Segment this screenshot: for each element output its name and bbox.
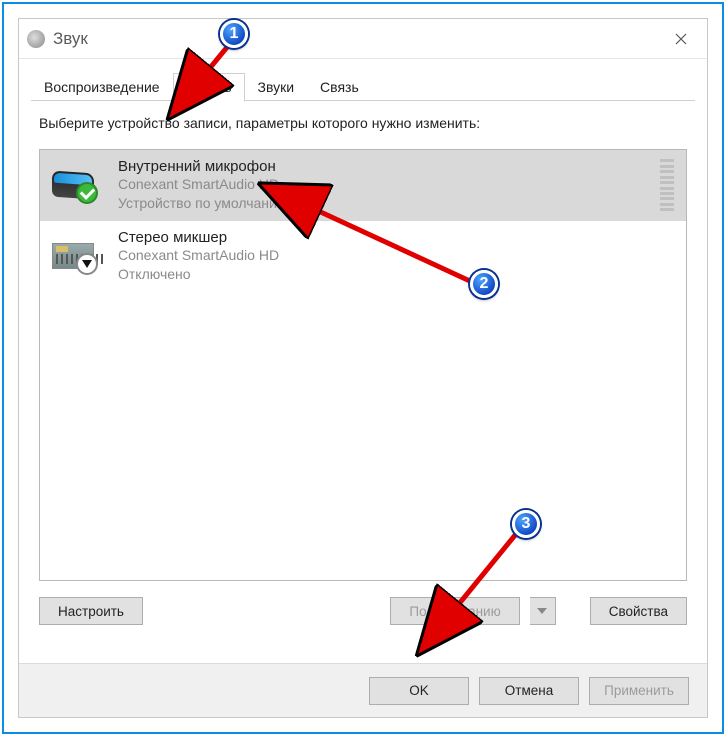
device-driver: Conexant SmartAudio HD: [118, 246, 674, 265]
close-icon: [675, 33, 687, 45]
tabstrip: Воспроизведение Запись Звуки Связь: [19, 59, 707, 101]
device-stereo-mixer[interactable]: Стерео микшер Conexant SmartAudio HD Отк…: [40, 221, 686, 292]
device-status: Отключено: [118, 265, 674, 284]
tab-record[interactable]: Запись: [173, 73, 245, 102]
titlebar: Звук: [19, 19, 707, 59]
device-internal-mic[interactable]: Внутренний микрофон Conexant SmartAudio …: [40, 150, 686, 221]
ok-button[interactable]: OK: [369, 677, 469, 705]
soundcard-icon: [52, 243, 112, 269]
configure-button[interactable]: Настроить: [39, 597, 143, 625]
properties-button[interactable]: Свойства: [590, 597, 687, 625]
device-name: Стерео микшер: [118, 229, 674, 246]
set-default-dropdown[interactable]: [530, 597, 556, 625]
level-meter: [660, 159, 674, 211]
tab-communications[interactable]: Связь: [307, 73, 372, 101]
device-status: Устройство по умолчанию: [118, 194, 660, 213]
callout-1: 1: [220, 20, 248, 48]
cancel-button[interactable]: Отмена: [479, 677, 579, 705]
apply-button[interactable]: Применить: [589, 677, 689, 705]
check-icon: [76, 182, 98, 204]
device-driver: Conexant SmartAudio HD: [118, 175, 660, 194]
instruction-text: Выберите устройство записи, параметры ко…: [39, 115, 687, 131]
close-button[interactable]: [658, 24, 703, 54]
disabled-icon: [76, 253, 98, 275]
tab-sounds[interactable]: Звуки: [245, 73, 308, 101]
sound-dialog: Звук Воспроизведение Запись Звуки Связь …: [18, 18, 708, 718]
callout-3: 3: [512, 510, 540, 538]
device-name: Внутренний микрофон: [118, 158, 660, 175]
sound-icon: [27, 30, 45, 48]
dialog-footer: OK Отмена Применить: [19, 663, 707, 717]
set-default-button[interactable]: По умолчанию: [390, 597, 519, 625]
window-title: Звук: [53, 29, 658, 49]
callout-2: 2: [470, 270, 498, 298]
tab-playback[interactable]: Воспроизведение: [31, 73, 173, 101]
device-list[interactable]: Внутренний микрофон Conexant SmartAudio …: [39, 149, 687, 581]
microphone-icon: [52, 172, 112, 198]
